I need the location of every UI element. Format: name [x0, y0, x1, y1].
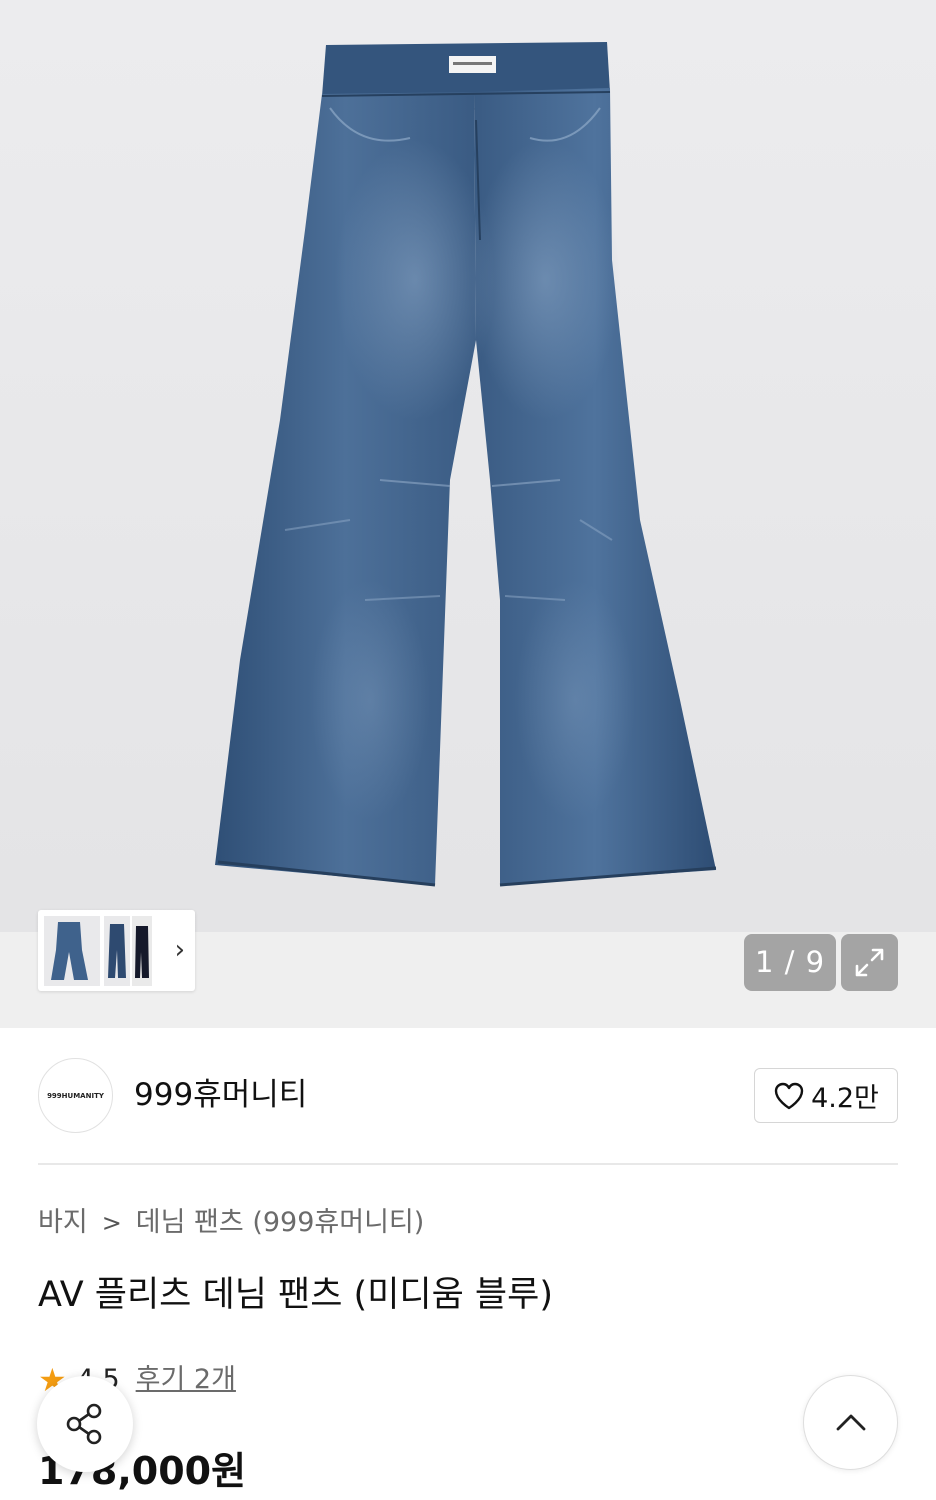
share-button[interactable] — [37, 1376, 133, 1472]
section-divider — [38, 1163, 898, 1165]
product-image[interactable] — [0, 0, 936, 932]
breadcrumb-separator: > — [101, 1209, 122, 1237]
chevron-up-icon — [836, 1414, 866, 1431]
scroll-to-top-button[interactable] — [803, 1375, 898, 1470]
breadcrumb: 바지 > 데님 팬츠 (999휴머니티) — [38, 1204, 424, 1242]
review-link[interactable]: 후기 2개 — [136, 1360, 236, 1400]
breadcrumb-level1[interactable]: 바지 — [38, 1204, 88, 1242]
chevron-right-icon[interactable]: › — [175, 936, 185, 964]
like-button[interactable]: 4.2만 — [754, 1068, 898, 1123]
heart-icon — [774, 1082, 804, 1109]
share-icon — [66, 1403, 102, 1445]
expand-button[interactable] — [841, 934, 898, 991]
thumbnail-strip[interactable]: › — [38, 910, 195, 991]
brand-logo[interactable]: 999HUMANITY — [38, 1058, 113, 1133]
like-count: 4.2만 — [811, 1083, 879, 1114]
thumbnail-images[interactable] — [38, 910, 158, 991]
counter-current: 1 — [754, 945, 775, 979]
brand-logo-text: 999HUMANITY — [47, 1091, 104, 1100]
counter-separator: / — [784, 945, 796, 979]
product-gallery[interactable]: › 1 / 9 — [0, 0, 936, 1028]
counter-total: 9 — [805, 945, 826, 979]
breadcrumb-level2[interactable]: 데님 팬츠 (999휴머니티) — [136, 1204, 425, 1242]
product-title: AV 플리츠 데님 팬츠 (미디움 블루) — [38, 1275, 553, 1315]
expand-icon — [855, 948, 884, 977]
image-counter: 1 / 9 — [744, 934, 836, 991]
brand-name[interactable]: 999휴머니티 — [134, 1073, 307, 1117]
